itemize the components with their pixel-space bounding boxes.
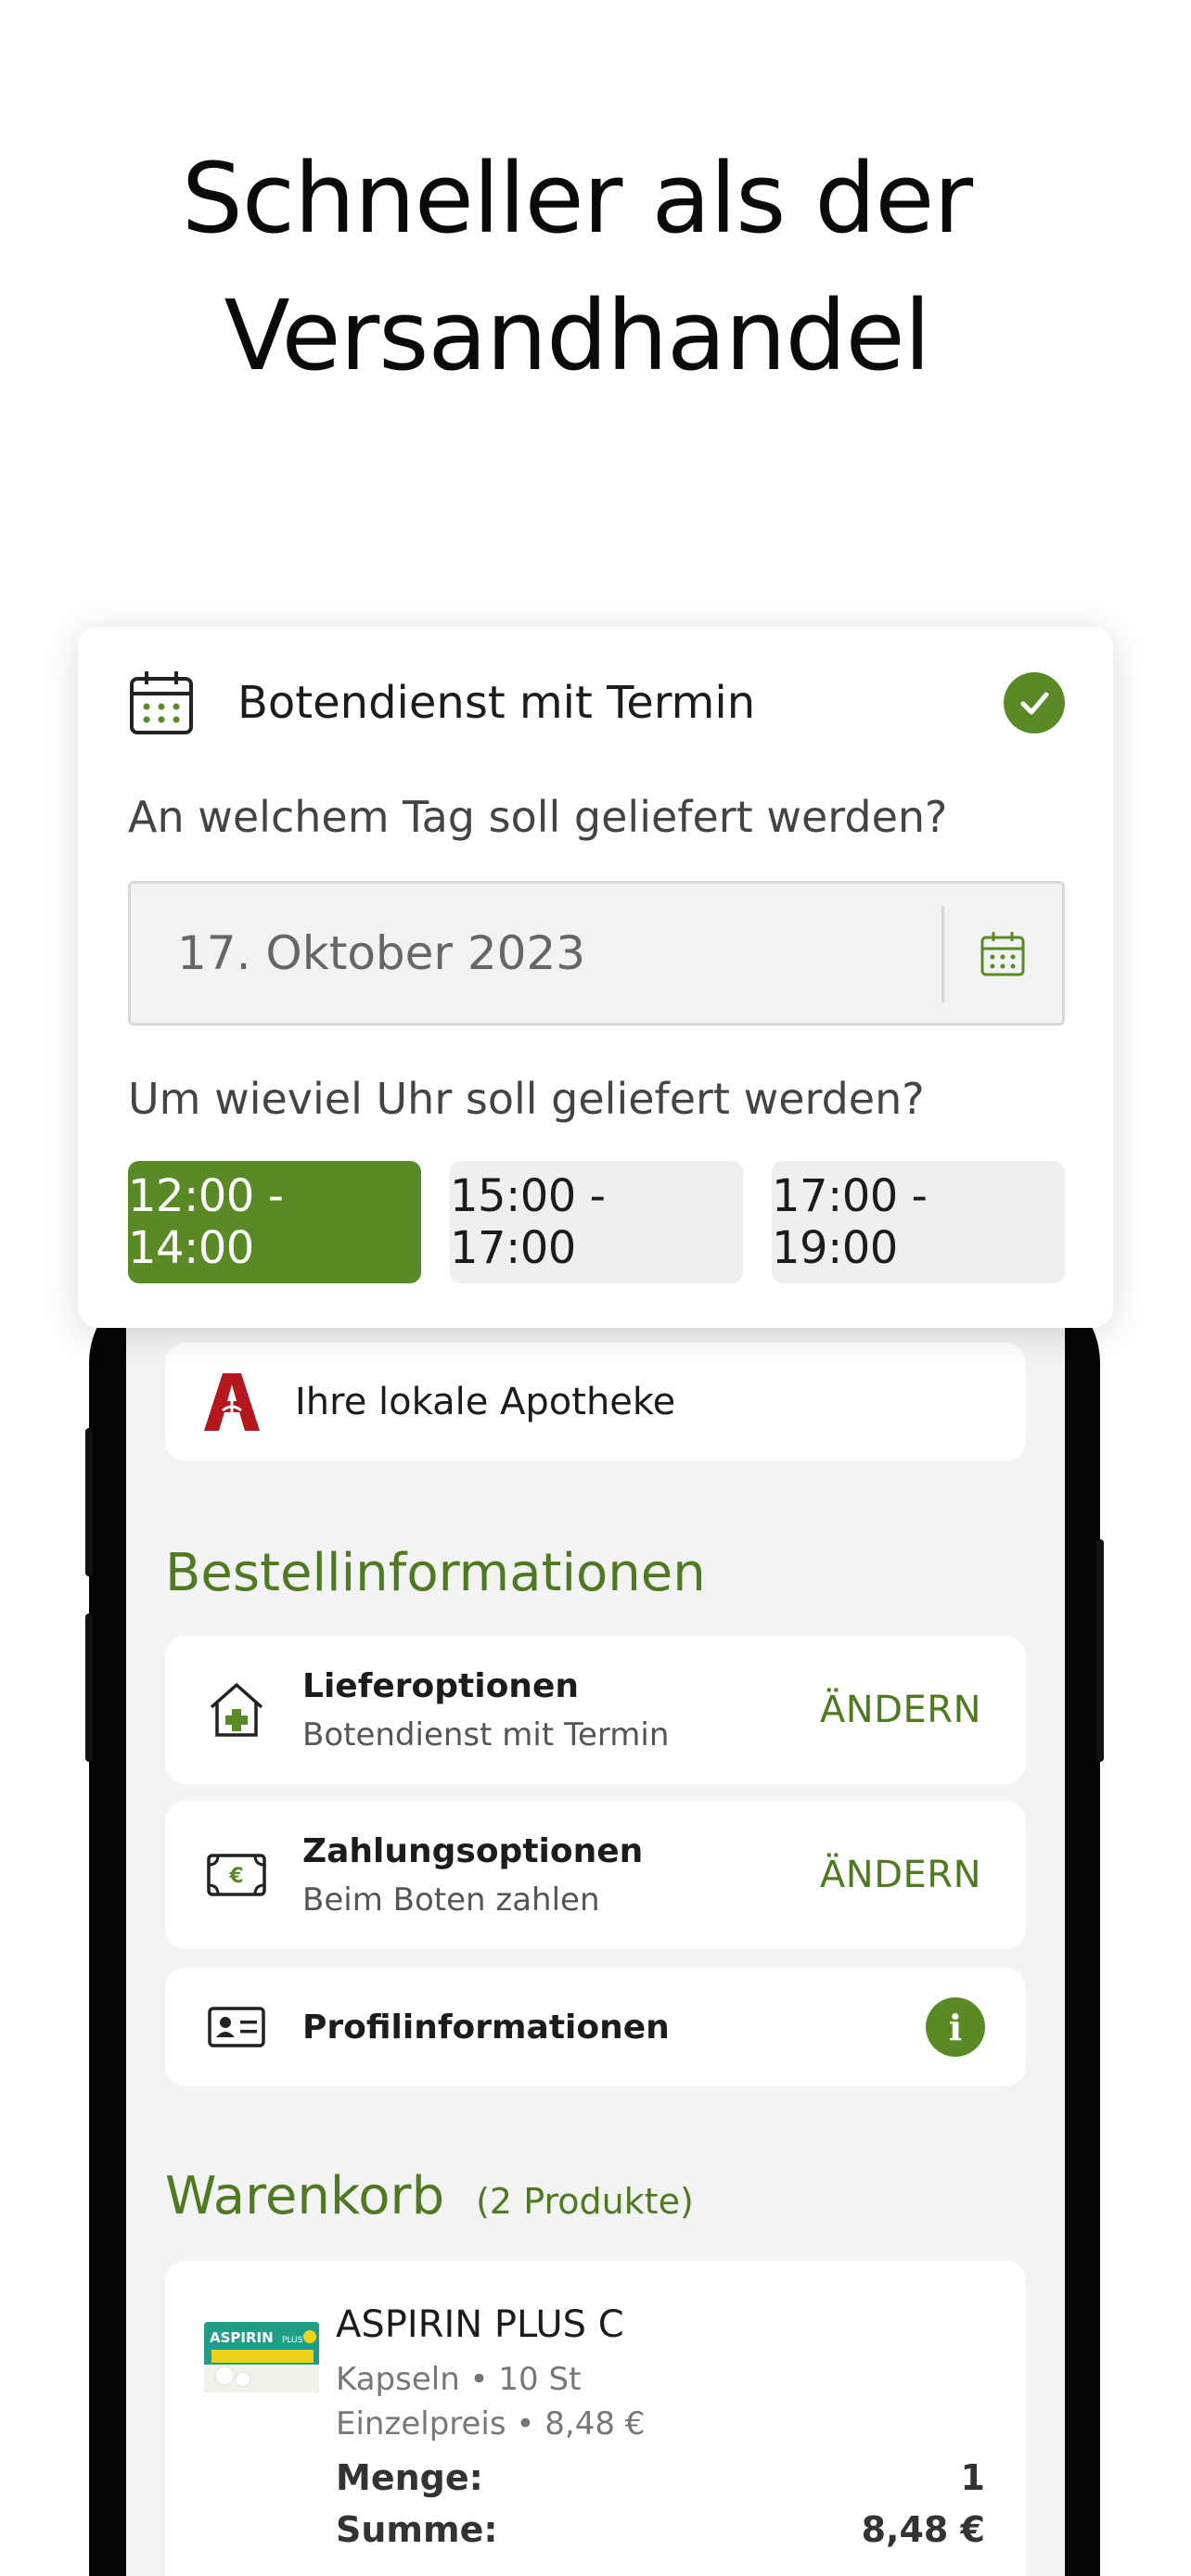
product-form: Kapseln • 10 St: [336, 2361, 582, 2398]
delivery-card-header: Botendienst mit Termin: [128, 668, 1065, 738]
cart-count: (2 Produkte): [476, 2181, 694, 2222]
pharmacy-label: Ihre lokale Apotheke: [295, 1381, 676, 1423]
headline: Schneller als der Versandhandel: [0, 130, 1154, 404]
quantity-label: Menge:: [336, 2457, 483, 2498]
cart-item[interactable]: ASPIRIN PLUS ASPIRIN PLUS C Kapseln • 10…: [165, 2261, 1026, 2576]
product-name: ASPIRIN PLUS C: [336, 2303, 624, 2346]
delivery-options-row[interactable]: Lieferoptionen Botendienst mit Termin ÄN…: [165, 1636, 1026, 1784]
product-sum-row: Summe: 8,48 €: [336, 2509, 985, 2550]
delivery-options-title: Lieferoptionen: [302, 1666, 579, 1705]
payment-options-title: Zahlungsoptionen: [302, 1831, 644, 1870]
time-slots: 12:00 - 14:00 15:00 - 17:00 17:00 - 19:0…: [128, 1161, 1065, 1283]
profile-info-title: Profilinformationen: [302, 2008, 670, 2047]
sum-label: Summe:: [336, 2509, 498, 2550]
quantity-value: 1: [960, 2457, 985, 2498]
phone-power-button: [1096, 1539, 1104, 1762]
product-unit-price: Einzelpreis • 8,48 €: [336, 2405, 646, 2442]
time-question: Um wieviel Uhr soll geliefert werden?: [128, 1074, 925, 1124]
delivery-options-value: Botendienst mit Termin: [302, 1715, 670, 1753]
payment-options-value: Beim Boten zahlen: [302, 1881, 600, 1919]
sum-value: 8,48 €: [861, 2509, 985, 2550]
phone-side-button: [85, 1613, 93, 1762]
date-input-divider: [941, 906, 944, 1002]
svg-text:€: €: [228, 1865, 243, 1888]
date-input[interactable]: 17. Oktober 2023: [128, 881, 1065, 1026]
payment-options-row[interactable]: € Zahlungsoptionen Beim Boten zahlen ÄND…: [165, 1801, 1026, 1949]
delivery-card-title: Botendienst mit Termin: [237, 677, 756, 729]
info-icon[interactable]: i: [926, 1997, 985, 2057]
date-value: 17. Oktober 2023: [177, 926, 586, 980]
svg-text:PLUS: PLUS: [282, 2336, 303, 2345]
delivery-appointment-card: Botendienst mit Termin An welchem Tag so…: [78, 627, 1113, 1328]
order-info-title: Bestellinformationen: [165, 1543, 706, 1603]
profile-info-row[interactable]: Profilinformationen i: [165, 1968, 1026, 2086]
day-question: An welchem Tag soll geliefert werden?: [128, 792, 948, 842]
time-slot-15-17[interactable]: 15:00 - 17:00: [450, 1161, 743, 1283]
apotheke-logo-icon: [204, 1373, 260, 1431]
date-picker-icon[interactable]: [979, 930, 1027, 978]
time-slot-12-14[interactable]: 12:00 - 14:00: [128, 1161, 421, 1283]
house-plus-icon: [204, 1677, 269, 1742]
product-image: ASPIRIN PLUS: [204, 2322, 319, 2392]
change-delivery-button[interactable]: ÄNDERN: [820, 1689, 981, 1731]
calendar-icon: [130, 671, 193, 734]
checkmark-icon: [1004, 672, 1065, 733]
time-slot-17-19[interactable]: 17:00 - 19:00: [772, 1161, 1065, 1283]
headline-line-2: Versandhandel: [224, 279, 930, 392]
euro-bill-icon: €: [204, 1843, 269, 1907]
headline-line-1: Schneller als der: [181, 142, 973, 255]
id-card-icon: [204, 1995, 269, 2060]
svg-text:ASPIRIN: ASPIRIN: [210, 2329, 274, 2346]
cart-title: Warenkorb: [165, 2166, 445, 2226]
product-quantity-row: Menge: 1: [336, 2457, 985, 2498]
phone-side-button: [85, 1428, 93, 1576]
change-payment-button[interactable]: ÄNDERN: [820, 1854, 981, 1896]
pharmacy-row[interactable]: Ihre lokale Apotheke: [165, 1343, 1026, 1461]
cart-header: Warenkorb (2 Produkte): [165, 2166, 694, 2226]
